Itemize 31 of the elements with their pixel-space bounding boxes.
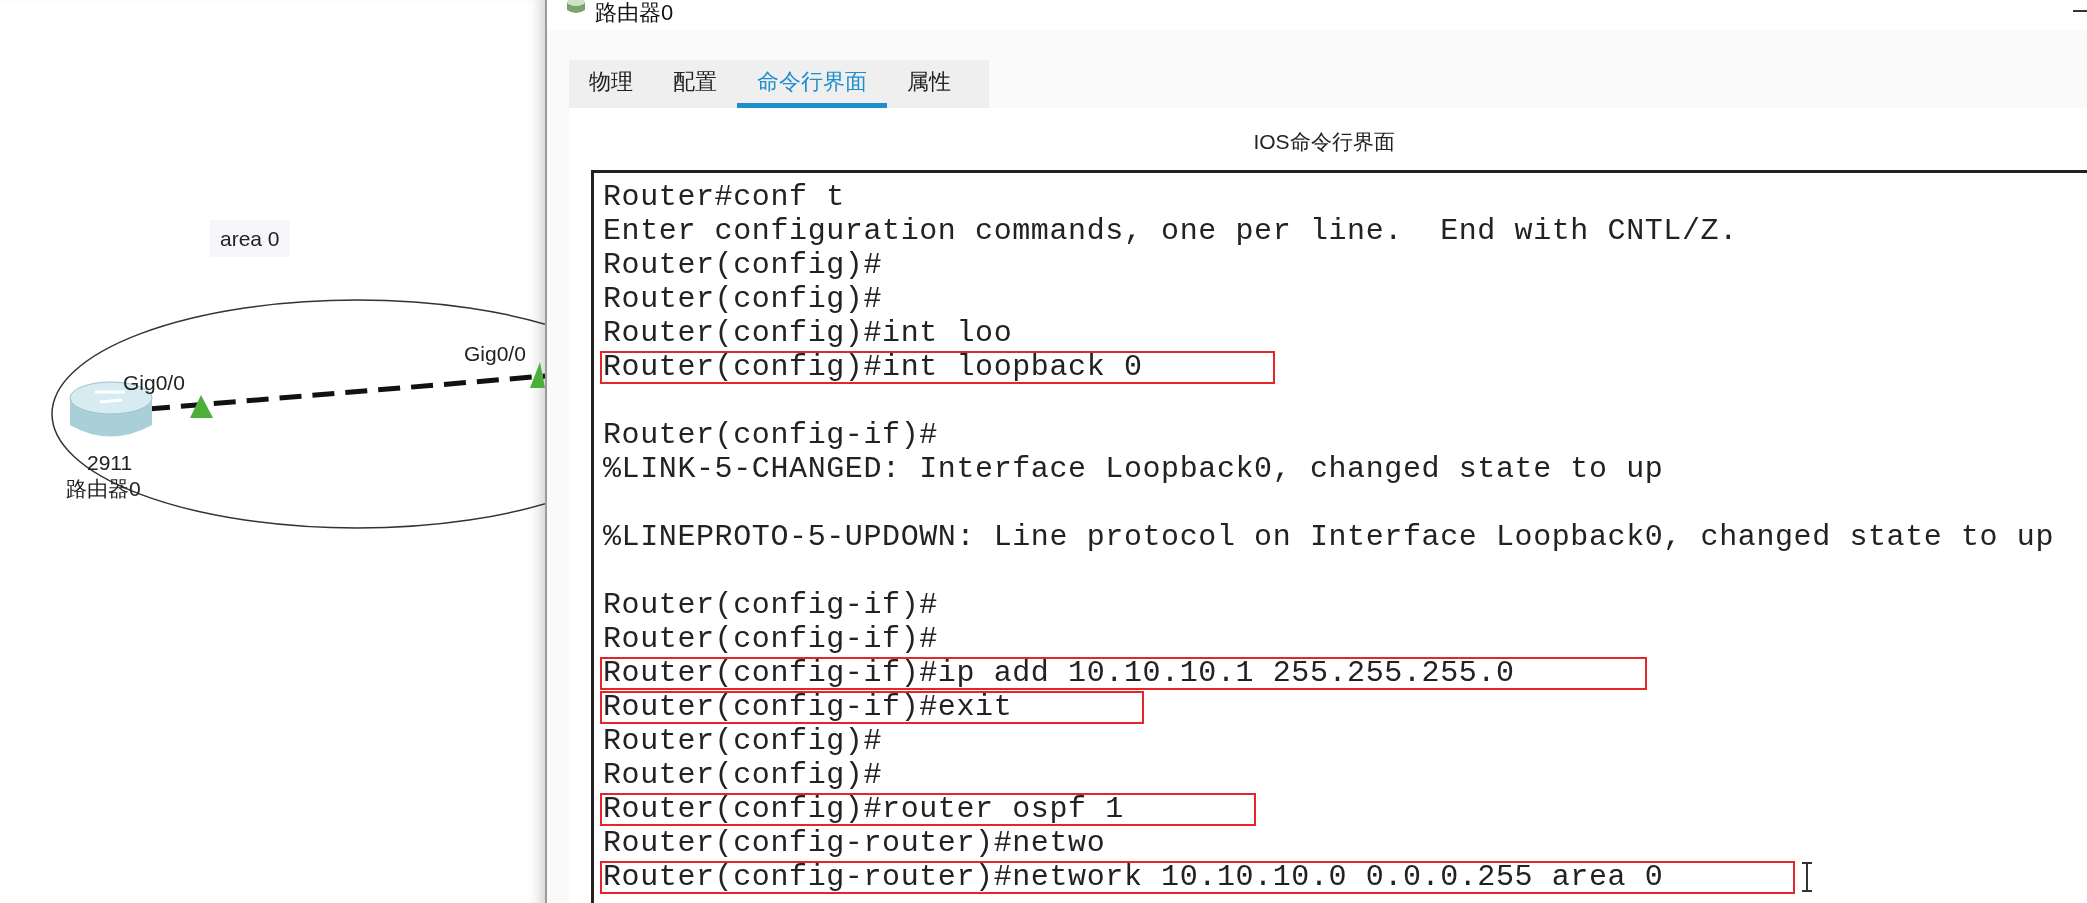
minimize-icon[interactable] [2073,10,2087,14]
window-title: 路由器0 [595,1,674,25]
tab[interactable]: 物理 [569,60,653,108]
console-line: Router(config-if)# [602,625,938,654]
device-model: 2911 [87,452,133,473]
console-line: %LINEPROTO-5-UPDOWN: Line protocol on Interface Loopback0, changed state to up [602,523,2055,552]
area-label: area 0 [210,220,290,257]
console-line: Router(config-if)# [602,421,938,450]
port-label: Gig0/0 [464,343,526,364]
port-label: Gig0/0 [123,372,185,393]
console-line: Router(config)#router ospf 1 [602,795,1254,824]
console-line: %LINK-5-CHANGED: Interface Loopback0, changed state to up [602,455,1664,484]
console-line: Router(config)# [602,761,883,790]
tab[interactable]: 属性 [887,60,971,108]
console-line: Router(config)# [602,727,883,756]
text-cursor-icon [1801,862,1814,893]
console-line: Router(config-if)#exit [602,693,1143,722]
console-line: Router(config-if)#ip add 10.10.10.1 255.255.255.0 [602,659,1645,688]
console-line: Router(config)#int loo [602,319,1013,348]
console-line: Enter configuration commands, one per line. End with CNTL/Z. [602,217,1738,246]
console-line: Router(config)# [602,251,883,280]
router-icon [565,0,587,16]
console-line: Router(config-router)#netwo [602,829,1106,858]
console-line: Router(config-router)#network 10.10.10.0 0.0.0.255 area 0 [602,863,1794,892]
console-line: Router(config)# [602,285,883,314]
console-heading: IOS命令行界面 [1253,129,1396,155]
console-line: Router(config-if)# [602,591,938,620]
console-terminal[interactable] [591,170,2087,903]
console-line: Router#conf t [602,183,845,212]
tab[interactable]: 配置 [653,60,737,108]
console-line: Router(config)#int loopback 0 [602,353,1273,382]
